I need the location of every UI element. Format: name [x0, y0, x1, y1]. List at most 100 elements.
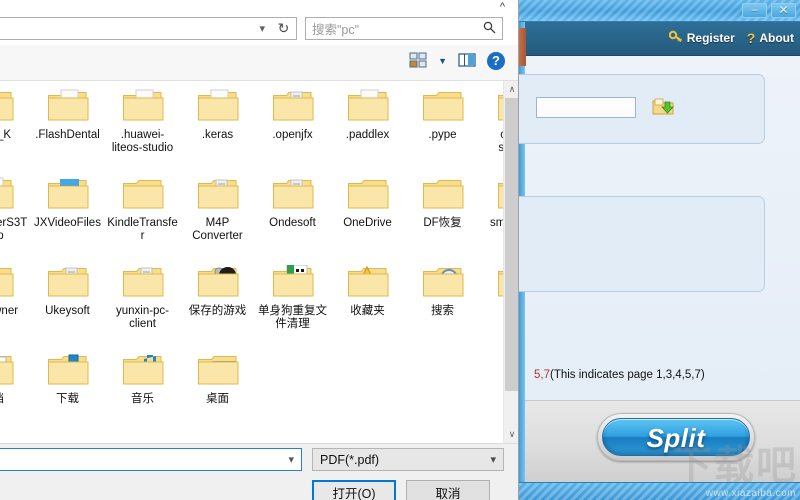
file-item-label: 下载: [56, 393, 79, 405]
file-item[interactable]: yunxin-pc-client: [105, 261, 180, 349]
file-item[interactable]: .FlashDental: [30, 85, 105, 173]
folder-plain-icon: [422, 177, 464, 213]
file-item[interactable]: M4P Converter: [180, 173, 255, 261]
folder-open-download-icon[interactable]: [652, 97, 674, 118]
scrollbar-thumb[interactable]: [505, 98, 518, 391]
pages-value: 5,7: [534, 369, 550, 381]
chevron-down-icon[interactable]: ▾: [288, 453, 294, 466]
cancel-button[interactable]: 取消: [406, 480, 490, 500]
dialog-navigation-bar: ^ ▾ ↻ 搜索"pc": [0, 0, 518, 45]
file-item-label: 收藏夹: [350, 305, 385, 317]
file-item[interactable]: 搜索: [405, 261, 480, 349]
folder-doc-icon: [347, 89, 389, 125]
split-action-area: Split: [525, 400, 800, 482]
open-file-dialog: ^ ▾ ↻ 搜索"pc" ▼ ? K .FlashDental .huawei-…: [0, 0, 519, 500]
filetype-select[interactable]: PDF(*.pdf) ▾: [312, 448, 504, 471]
help-icon[interactable]: ?: [487, 52, 505, 70]
about-label: About: [759, 31, 794, 45]
folder-files-icon: [122, 265, 164, 301]
file-item-label: DF恢复: [423, 217, 462, 229]
file-item[interactable]: 音乐: [105, 349, 180, 437]
pages-panel: 5,7(This indicates page 1,3,4,5,7): [519, 196, 765, 381]
file-item[interactable]: 桌面: [180, 349, 255, 437]
file-item[interactable]: JXVideoFiles: [30, 173, 105, 261]
file-item[interactable]: Ondesoft: [255, 173, 330, 261]
file-item[interactable]: HiRenderS3Temp: [0, 173, 30, 261]
file-item[interactable]: ubor_K: [0, 85, 30, 173]
search-icon: [483, 21, 496, 37]
file-item-label: UIDowner: [0, 305, 19, 317]
file-item[interactable]: .pype: [405, 85, 480, 173]
file-list-area: ubor_K .FlashDental .huawei-liteos-studio.…: [0, 81, 503, 443]
folder-search-icon: [422, 265, 464, 301]
folder-music-icon: [122, 353, 164, 389]
pages-hint-text: (This indicates page 1,3,4,5,7): [550, 369, 705, 381]
file-item[interactable]: A 文档: [0, 349, 30, 437]
question-mark-icon: ?: [746, 30, 756, 46]
file-item-label: 搜索: [431, 305, 454, 317]
open-button[interactable]: 打开(O): [312, 480, 396, 500]
file-item-label: creens sFolder: [481, 129, 503, 155]
scroll-down-icon[interactable]: ∨: [504, 426, 518, 443]
file-item-label: M4P Converter: [192, 217, 243, 242]
file-item-label: .FlashDental: [35, 129, 100, 141]
search-input[interactable]: 搜索"pc": [312, 19, 359, 38]
folder-doc-icon: [122, 89, 164, 125]
dialog-footer: ▾ PDF(*.pdf) ▾ 打开(O) 取消: [0, 443, 518, 500]
view-layout-icon[interactable]: [409, 52, 427, 70]
close-icon[interactable]: ✕: [771, 3, 796, 18]
file-item-label: .pype: [428, 129, 457, 141]
app-header-bar: Register ? About: [525, 22, 800, 56]
preview-pane-icon[interactable]: [458, 52, 476, 70]
file-item-label: Ukeysoft: [45, 305, 90, 317]
folder-files-icon: [47, 265, 89, 301]
file-item[interactable]: DF恢复: [405, 173, 480, 261]
app-statusbar: www.xiazaiba.com: [519, 482, 800, 500]
file-item[interactable]: 图片: [480, 261, 503, 349]
address-bar[interactable]: ▾: [0, 17, 272, 40]
folder-doc-icon: [197, 89, 239, 125]
ribbon-collapse-icon[interactable]: ^: [500, 1, 505, 13]
dialog-toolbar: ▼ ?: [0, 45, 518, 81]
folder-plain-icon: [0, 265, 14, 301]
chevron-down-icon[interactable]: ▼: [438, 56, 447, 66]
folder-plain-icon: [422, 89, 464, 125]
file-item[interactable]: OneDrive: [330, 173, 405, 261]
folder-onedrive-icon: [347, 177, 389, 213]
source-file-input[interactable]: [536, 97, 636, 118]
file-item[interactable]: smyascript: [480, 173, 503, 261]
file-item[interactable]: .keras: [180, 85, 255, 173]
file-item[interactable]: creens sFolder: [480, 85, 503, 173]
split-button[interactable]: Split: [602, 418, 750, 456]
folder-qr-icon: [272, 264, 314, 301]
file-item[interactable]: .huawei-liteos-studio: [105, 85, 180, 173]
filename-input[interactable]: ▾: [0, 448, 302, 471]
refresh-button[interactable]: ↻: [271, 17, 297, 40]
file-item[interactable]: .openjfx: [255, 85, 330, 173]
file-item[interactable]: Ukeysoft: [30, 261, 105, 349]
folder-favorites-icon: [347, 265, 389, 301]
orange-accent-tab: [519, 28, 526, 66]
about-button[interactable]: ? About: [747, 30, 794, 46]
file-item[interactable]: .paddlex: [330, 85, 405, 173]
chevron-down-icon[interactable]: ▾: [259, 22, 265, 35]
chevron-down-icon[interactable]: ▾: [490, 453, 496, 466]
file-item[interactable]: 保存的游戏: [180, 261, 255, 349]
file-item[interactable]: 下载: [30, 349, 105, 437]
search-box[interactable]: 搜索"pc": [305, 17, 503, 40]
scroll-up-icon[interactable]: ∧: [504, 81, 518, 98]
folder-files-icon: [197, 177, 239, 213]
minimize-icon[interactable]: –: [742, 3, 767, 18]
folder-plain-icon: [0, 89, 14, 125]
file-item-label: 桌面: [206, 393, 229, 405]
file-item[interactable]: 单身狗重复文件清理: [255, 261, 330, 349]
file-item[interactable]: 收藏夹: [330, 261, 405, 349]
file-item[interactable]: KindleTransfer: [105, 173, 180, 261]
folder-video-icon: [47, 177, 89, 213]
file-item-label: JXVideoFiles: [34, 217, 101, 229]
register-button[interactable]: Register: [668, 30, 735, 46]
file-list-scrollbar[interactable]: ∧ ∨: [503, 81, 518, 443]
file-item[interactable]: UIDowner: [0, 261, 30, 349]
folder-plain-icon: [122, 177, 164, 213]
app-titlebar[interactable]: – ✕: [519, 0, 800, 22]
